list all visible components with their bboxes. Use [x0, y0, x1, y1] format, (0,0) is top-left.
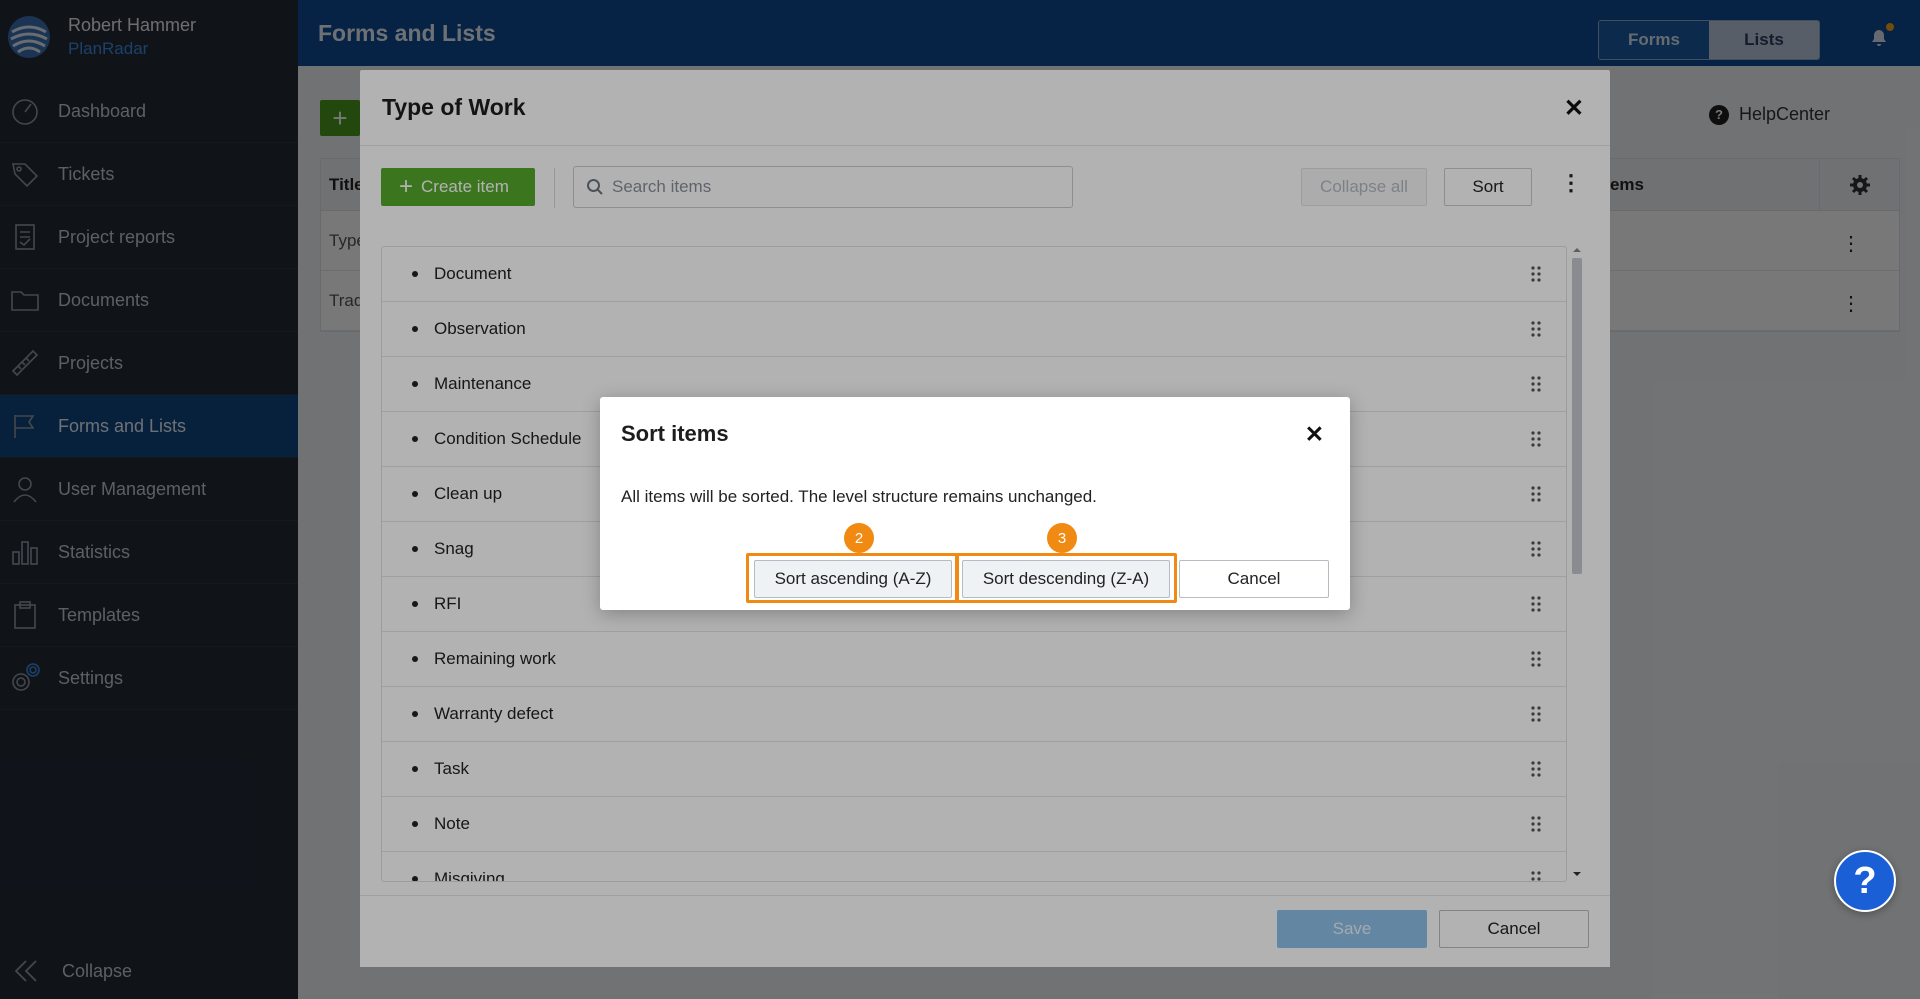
help-button[interactable]: ?: [1834, 850, 1896, 912]
dialog-cancel-button[interactable]: Cancel: [1179, 560, 1329, 598]
step-badge: 2: [844, 523, 874, 553]
dialog-description: All items will be sorted. The level stru…: [621, 487, 1097, 506]
step-badge: 3: [1047, 523, 1077, 553]
question-mark-icon: ?: [1853, 859, 1877, 902]
close-icon[interactable]: ✕: [1305, 421, 1324, 448]
sort-items-dialog: Sort items ✕ All items will be sorted. T…: [600, 397, 1350, 610]
sort-ascending-button[interactable]: Sort ascending (A-Z): [754, 560, 952, 598]
sort-descending-button[interactable]: Sort descending (Z-A): [962, 560, 1170, 598]
dialog-title: Sort items: [621, 421, 729, 446]
